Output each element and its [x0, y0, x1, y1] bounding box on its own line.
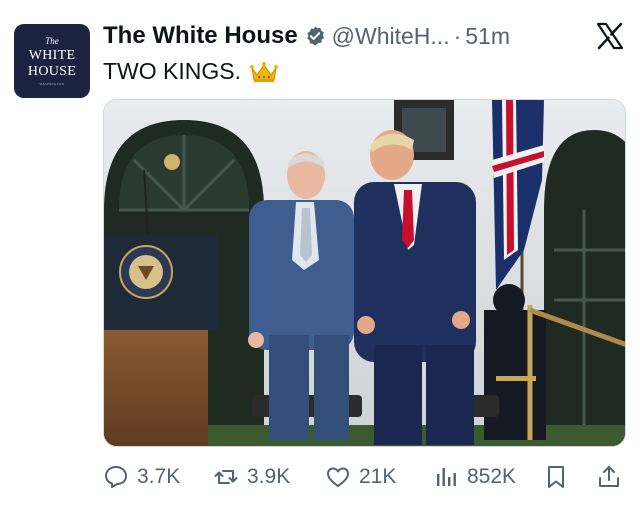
- repost-icon: [214, 470, 238, 484]
- views-button[interactable]: 852K: [433, 460, 516, 494]
- separator-dot: ·: [453, 22, 462, 49]
- share-button[interactable]: [596, 460, 622, 494]
- like-count: 21K: [359, 465, 397, 488]
- tweet-text: TWO KINGS.: [103, 58, 279, 85]
- like-button[interactable]: 21K: [325, 460, 396, 494]
- avatar[interactable]: The WHITE HOUSE WASHINGTON: [14, 24, 90, 98]
- photo-image: [104, 100, 625, 446]
- avatar-text-line: The: [45, 35, 59, 46]
- display-name[interactable]: The White House: [103, 22, 298, 50]
- bookmark-button[interactable]: [543, 460, 569, 494]
- verified-badge-icon: [306, 26, 324, 46]
- repost-button[interactable]: 3.9K: [213, 460, 290, 494]
- tweet-header: The White House @WhiteH... · 51m: [103, 20, 510, 52]
- bookmark-icon: [548, 466, 564, 488]
- reply-button[interactable]: 3.7K: [103, 460, 180, 494]
- crown-icon: [250, 61, 278, 82]
- avatar-text-line: WHITE: [28, 47, 76, 63]
- views-count: 852K: [467, 465, 517, 488]
- views-chart-icon: [437, 468, 456, 486]
- reply-count: 3.7K: [137, 465, 181, 488]
- tweet-media-photo[interactable]: [103, 99, 626, 447]
- tweet-actions: 3.7K 3.9K 21K 852K: [103, 460, 626, 494]
- timestamp[interactable]: 51m: [465, 23, 510, 50]
- repost-count: 3.9K: [247, 465, 291, 488]
- reply-icon: [105, 466, 127, 488]
- avatar-text-line: WASHINGTON: [39, 81, 65, 86]
- tweet-text-content: TWO KINGS.: [103, 58, 241, 84]
- x-logo-icon[interactable]: [596, 22, 624, 50]
- user-handle[interactable]: @WhiteH...: [332, 23, 450, 50]
- avatar-text-line: HOUSE: [27, 63, 77, 79]
- heart-icon: [327, 467, 349, 487]
- share-icon: [599, 466, 619, 487]
